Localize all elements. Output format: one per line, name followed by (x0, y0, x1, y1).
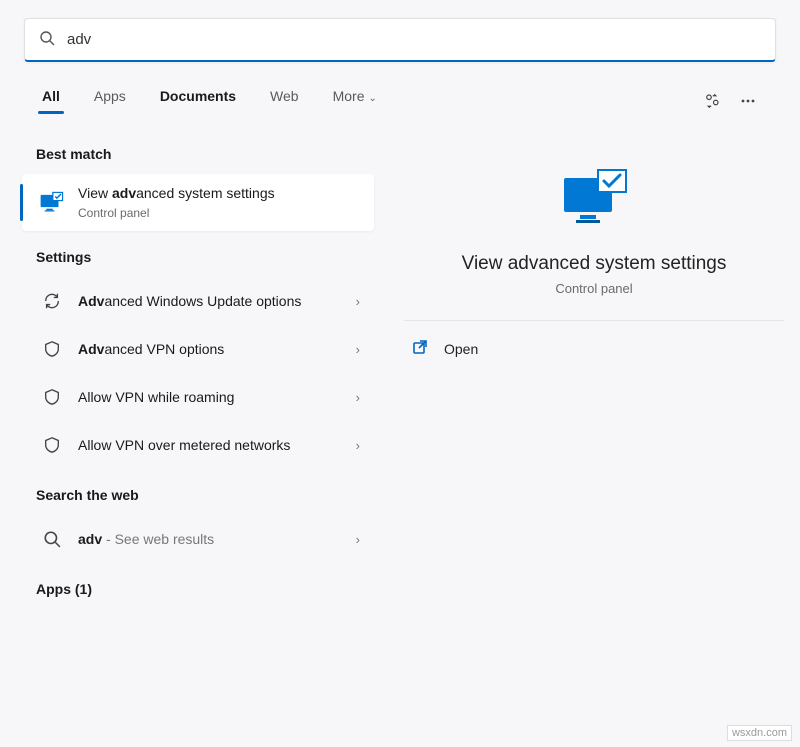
best-match-result[interactable]: View advanced system settings Control pa… (22, 174, 374, 231)
settings-result[interactable]: Advanced Windows Update options › (22, 277, 374, 325)
preview-title: View advanced system settings (404, 253, 784, 275)
preview-pane: View advanced system settings Control pa… (384, 128, 800, 609)
settings-result[interactable]: Allow VPN over metered networks › (22, 421, 374, 469)
monitor-check-icon (38, 189, 66, 217)
shield-icon (38, 335, 66, 363)
shield-icon (38, 431, 66, 459)
settings-result-title: Allow VPN over metered networks (78, 436, 348, 455)
tab-more-label: More (333, 88, 365, 104)
filter-tabs: All Apps Documents Web More ⌄ (0, 62, 800, 118)
chevron-down-icon: ⌄ (369, 93, 377, 104)
tab-apps[interactable]: Apps (88, 84, 132, 118)
tab-all[interactable]: All (36, 84, 66, 118)
chevron-right-icon: › (356, 294, 360, 309)
settings-result-title: Advanced VPN options (78, 340, 348, 359)
settings-result-title: Allow VPN while roaming (78, 388, 348, 407)
preview-subtitle: Control panel (404, 281, 784, 296)
tab-web[interactable]: Web (264, 84, 305, 118)
search-bar[interactable] (24, 18, 776, 62)
open-action[interactable]: Open (404, 321, 784, 376)
section-settings: Settings (0, 231, 384, 277)
chevron-right-icon: › (356, 390, 360, 405)
chevron-right-icon: › (356, 532, 360, 547)
preview-monitor-check-icon (404, 168, 784, 235)
best-match-title: View advanced system settings (78, 184, 360, 203)
watermark: wsxdn.com (727, 725, 792, 741)
settings-result[interactable]: Advanced VPN options › (22, 325, 374, 373)
more-options-icon[interactable] (732, 85, 764, 117)
best-match-subtitle: Control panel (78, 205, 360, 221)
section-apps: Apps (1) (0, 563, 384, 609)
tab-more[interactable]: More ⌄ (327, 84, 383, 118)
account-switch-icon[interactable] (696, 85, 728, 117)
settings-result-title: Advanced Windows Update options (78, 292, 348, 311)
sync-icon (38, 287, 66, 315)
web-result-title: adv - See web results (78, 530, 348, 549)
web-result[interactable]: adv - See web results › (22, 515, 374, 563)
section-best-match: Best match (0, 128, 384, 174)
shield-icon (38, 383, 66, 411)
open-external-icon (412, 339, 428, 358)
search-icon (39, 30, 55, 49)
settings-result[interactable]: Allow VPN while roaming › (22, 373, 374, 421)
chevron-right-icon: › (356, 438, 360, 453)
results-column: Best match View advanced system settings… (0, 128, 384, 609)
open-label: Open (444, 341, 478, 357)
chevron-right-icon: › (356, 342, 360, 357)
search-input[interactable] (67, 31, 761, 48)
section-search-web: Search the web (0, 469, 384, 515)
search-icon (38, 525, 66, 553)
tab-documents[interactable]: Documents (154, 84, 242, 118)
